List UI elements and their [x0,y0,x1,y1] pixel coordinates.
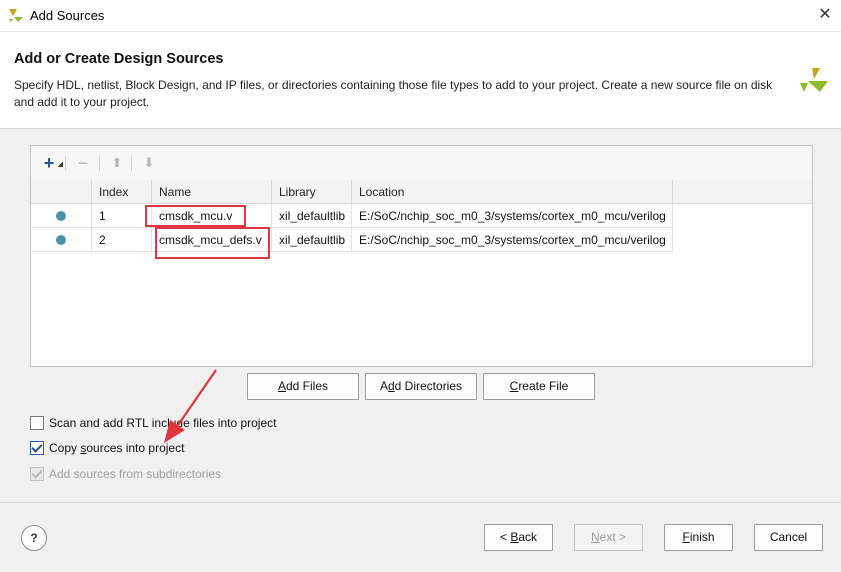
cancel-button[interactable]: Cancel [754,524,823,551]
vivado-logo-icon [9,9,23,22]
table-cell-index[interactable]: 2 [92,228,152,252]
close-icon[interactable]: ✕ [812,3,838,27]
move-up-icon[interactable]: ⬆ [107,153,127,173]
status-dot-icon [56,211,66,221]
wizard-footer: ? < Back Next > Finish Cancel [0,502,841,572]
title-bar: Add Sources ✕ [0,0,841,32]
sources-panel: + ◢ − ⬆ ⬇ Index Name Library Location 1 c… [30,145,813,367]
add-subdirectories-label: Add sources from subdirectories [49,467,222,481]
highlight-box [155,227,270,259]
scan-rtl-checkbox[interactable] [30,416,44,430]
page-description: Specify HDL, netlist, Block Design, and … [14,78,773,109]
vivado-logo-icon [800,68,828,92]
toolbar-separator [65,156,66,171]
page-title: Add or Create Design Sources [14,51,224,67]
table-cell-library[interactable]: xil_defaultlib [272,204,352,228]
create-file-button[interactable]: Create File [483,373,595,400]
highlight-box [145,205,246,227]
toolbar-separator [131,156,132,171]
add-directories-button[interactable]: Add Directories [365,373,477,400]
copy-sources-checkbox[interactable] [30,441,44,455]
scan-rtl-label: Scan and add RTL include files into proj… [49,416,277,430]
wizard-header: Add or Create Design Sources Specify HDL… [0,32,841,128]
copy-sources-label: Copy sources into project [49,441,185,455]
add-subdirectories-checkbox[interactable] [30,467,44,481]
toolbar-separator [99,156,100,171]
help-button[interactable]: ? [21,525,47,551]
table-cell-location[interactable]: E:/SoC/nchip_soc_m0_3/systems/cortex_m0_… [352,204,673,228]
table-row-status[interactable] [31,228,92,252]
finish-button[interactable]: Finish [664,524,733,551]
column-header-index[interactable]: Index [92,180,152,204]
column-header-status[interactable] [31,180,92,204]
column-header-location[interactable]: Location [352,180,673,204]
wizard-content: + ◢ − ⬆ ⬇ Index Name Library Location 1 c… [0,128,841,503]
window-title: Add Sources [30,8,105,23]
next-button[interactable]: Next > [574,524,643,551]
add-icon[interactable]: + ◢ [39,153,63,173]
back-button[interactable]: < Back [484,524,553,551]
column-header-name[interactable]: Name [152,180,272,204]
table-cell-location[interactable]: E:/SoC/nchip_soc_m0_3/systems/cortex_m0_… [352,228,673,252]
column-header-library[interactable]: Library [272,180,352,204]
remove-icon[interactable]: − [73,153,93,173]
table-cell-index[interactable]: 1 [92,204,152,228]
status-dot-icon [56,235,66,245]
column-header-filler [673,180,812,204]
table-cell-library[interactable]: xil_defaultlib [272,228,352,252]
table-row-status[interactable] [31,204,92,228]
sources-toolbar: + ◢ − ⬆ ⬇ [31,146,812,181]
add-files-button[interactable]: Add Files [247,373,359,400]
move-down-icon[interactable]: ⬇ [139,153,159,173]
